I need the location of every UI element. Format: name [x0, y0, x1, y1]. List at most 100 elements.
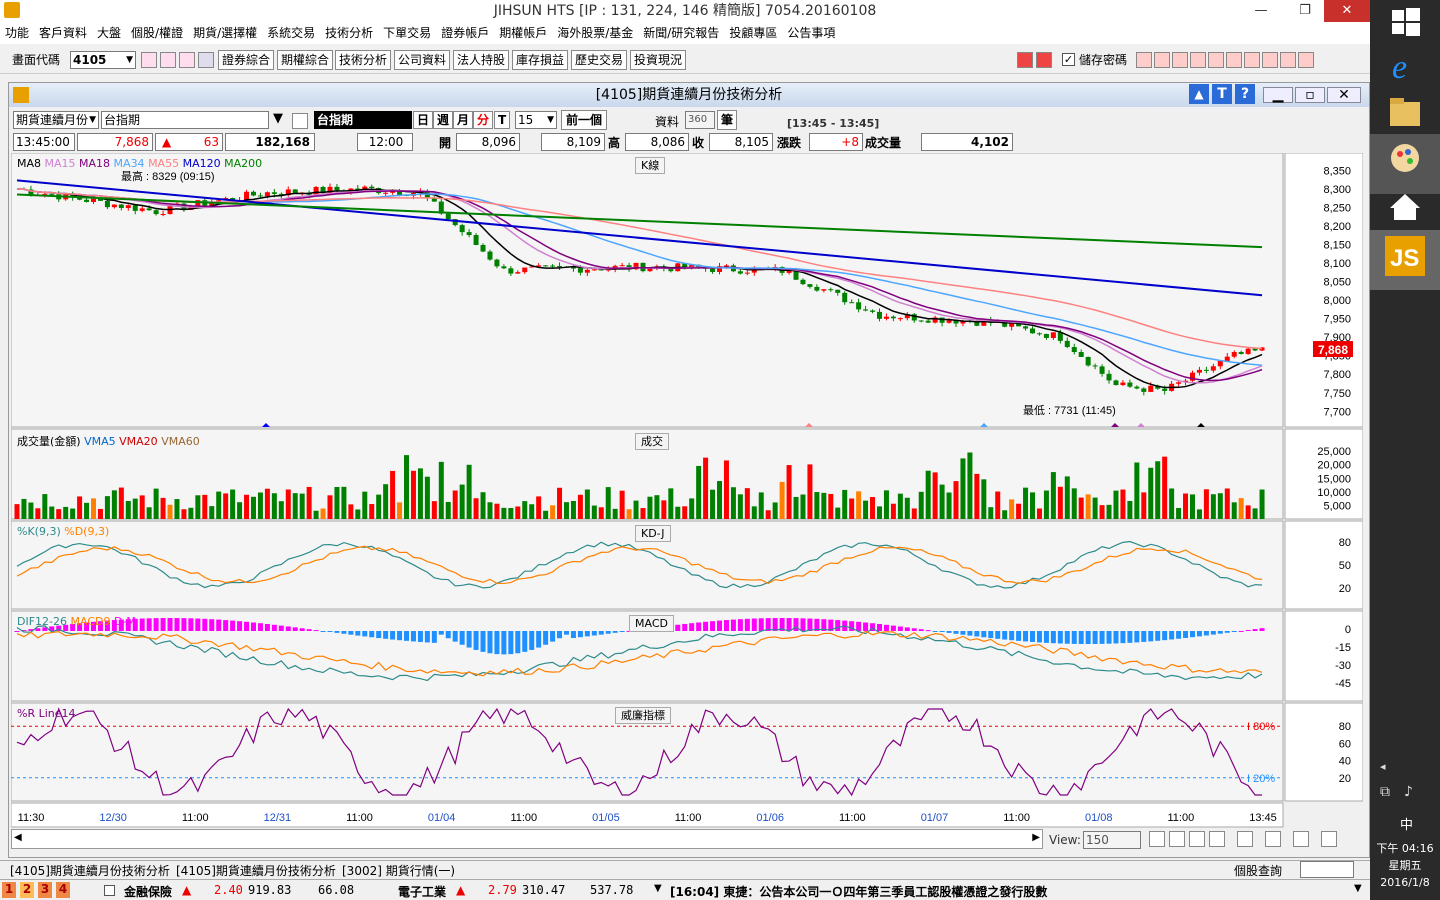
search-icon[interactable] — [292, 113, 308, 129]
toolbar-button[interactable]: 公司資料 — [394, 50, 451, 70]
menu-item[interactable]: 投顧專區 — [724, 22, 782, 44]
news-ticker[interactable]: [16:04] 東捷：公告本公司一Ｏ四年第三季員工認股權憑證之發行股數 — [670, 883, 1350, 900]
ticker-tab-2[interactable]: 2 — [20, 882, 34, 898]
jihsun-app-icon[interactable]: JS — [1370, 230, 1440, 290]
lock-icon[interactable] — [1189, 831, 1205, 847]
toolbar-button[interactable]: 期權綜合 — [277, 50, 334, 70]
ticker-tab-1[interactable]: 1 — [2, 882, 16, 898]
child-close-button[interactable]: ✕ — [1327, 87, 1361, 103]
search-icon[interactable] — [141, 52, 157, 68]
tool-icon[interactable] — [1208, 52, 1224, 68]
prev-button[interactable]: 前一個 — [561, 110, 608, 130]
screen-code-input[interactable]: 4105 ▼ — [70, 51, 136, 69]
interval-select[interactable]: 15 ▼ — [515, 111, 557, 129]
tool-icon[interactable] — [1136, 52, 1152, 68]
menu-item[interactable]: 新聞/研究報告 — [638, 22, 724, 44]
ticker-dropdown-icon[interactable]: ▼ — [654, 883, 662, 894]
clock[interactable]: 下午 04:16 星期五 2016/1/8 — [1370, 840, 1440, 891]
menu-item[interactable]: 大盤 — [92, 22, 126, 44]
period-select[interactable]: 期貨連續月份 ▼ — [13, 111, 99, 129]
draw-icon[interactable] — [1293, 831, 1309, 847]
window-icon[interactable] — [160, 52, 176, 68]
network-icon[interactable]: ⧉ — [1380, 784, 1390, 800]
news-dropdown-icon[interactable]: ▼ — [1354, 883, 1362, 894]
macd-histogram-bar — [1050, 631, 1056, 644]
volume-icon[interactable]: ♪ — [1404, 784, 1413, 800]
data-unit-button[interactable]: 筆 — [717, 110, 738, 130]
panel-tab-kd[interactable]: KD-J — [635, 525, 671, 542]
window-tab[interactable]: [4105]期貨連續月份技術分析 — [10, 862, 170, 879]
data-count-input[interactable]: 360 — [685, 111, 715, 129]
tool-icon[interactable] — [1154, 52, 1170, 68]
product-input[interactable]: 台指期 — [101, 111, 269, 129]
panel-tab-wr[interactable]: 威廉指標 — [615, 707, 671, 724]
close-button[interactable]: ✕ — [1324, 0, 1370, 22]
volume-bar — [1183, 493, 1189, 519]
menu-item[interactable]: 公告事項 — [782, 22, 840, 44]
dropdown-icon[interactable] — [198, 52, 214, 68]
horizontal-scrollbar[interactable]: ◀ ▶ — [11, 829, 1043, 849]
tool-icon[interactable] — [1262, 52, 1278, 68]
child-maximize-button[interactable]: ▫ — [1295, 87, 1325, 103]
layout-icon[interactable] — [1237, 831, 1253, 847]
tf-month-button[interactable]: 月 — [453, 111, 474, 129]
tool-icon[interactable] — [1226, 52, 1242, 68]
menu-item[interactable]: 客戶資料 — [34, 22, 92, 44]
refresh-icon[interactable] — [1209, 831, 1225, 847]
menu-item[interactable]: 證券帳戶 — [436, 22, 494, 44]
product-dropdown-icon[interactable]: ▼ — [273, 111, 283, 126]
panel-tab-macd[interactable]: MACD — [629, 615, 674, 632]
menu-item[interactable]: 系統交易 — [262, 22, 320, 44]
restore-button[interactable]: ❐ — [1290, 0, 1320, 22]
panel-tab-kline[interactable]: K線 — [635, 157, 666, 174]
tool-icon[interactable] — [1172, 52, 1188, 68]
toolbar-button[interactable]: 庫存損益 — [512, 50, 569, 70]
window-tab[interactable]: [4105]期貨連續月份技術分析 — [176, 862, 336, 879]
settings-icon[interactable] — [1321, 831, 1337, 847]
menu-item[interactable]: 技術分析 — [320, 22, 378, 44]
tf-minute-button[interactable]: 分 — [473, 111, 494, 129]
up-arrow-icon[interactable]: ▲ — [1189, 84, 1209, 104]
minimize-button[interactable]: — — [1246, 0, 1276, 22]
tool-icon[interactable] — [1298, 52, 1314, 68]
menu-item[interactable]: 海外股票/基金 — [552, 22, 638, 44]
zoom-icon[interactable] — [1149, 831, 1165, 847]
wr-lo-label: I 20% — [1247, 773, 1275, 785]
menu-item[interactable]: 個股/權證 — [126, 22, 188, 44]
toolbar-button[interactable]: 投資現況 — [630, 50, 687, 70]
panel-tab-volume[interactable]: 成交 — [635, 433, 669, 450]
menu-item[interactable]: 下單交易 — [378, 22, 436, 44]
save-password-checkbox[interactable]: ✓ — [1062, 53, 1075, 66]
tool-icon[interactable] — [1280, 52, 1296, 68]
grid-icon[interactable] — [1265, 831, 1281, 847]
menu-item[interactable]: 期貨/選擇權 — [188, 22, 262, 44]
volume-value: 4,102 — [921, 133, 1013, 151]
view-input[interactable]: 150 — [1083, 831, 1141, 849]
menu-item[interactable]: 功能 — [0, 22, 34, 44]
menu-item[interactable]: 期權帳戶 — [494, 22, 552, 44]
print-icon[interactable] — [179, 52, 195, 68]
tray-chevron-icon[interactable]: ◂ — [1380, 760, 1386, 773]
tf-tick-button[interactable]: T — [494, 111, 511, 129]
toolbar-button[interactable]: 技術分析 — [335, 50, 392, 70]
stock-query-input[interactable] — [1300, 861, 1354, 878]
tf-week-button[interactable]: 週 — [433, 111, 454, 129]
toolbar-button[interactable]: 證券綜合 — [218, 50, 275, 70]
help-icon[interactable]: ? — [1235, 84, 1255, 104]
tool-icon[interactable] — [1244, 52, 1260, 68]
ticker-checkbox[interactable] — [104, 885, 115, 896]
text-tool-icon[interactable]: T — [1212, 84, 1232, 104]
ticker-tab-3[interactable]: 3 — [38, 882, 52, 898]
arrow-left-icon[interactable] — [1017, 52, 1033, 68]
child-minimize-button[interactable]: ▁ — [1263, 87, 1293, 103]
tf-day-button[interactable]: 日 — [413, 111, 434, 129]
tool-icon[interactable] — [1190, 52, 1206, 68]
ime-indicator[interactable]: 中 — [1400, 814, 1413, 833]
legend-item: MACD9 — [70, 615, 114, 628]
toolbar-button[interactable]: 法人持股 — [453, 50, 510, 70]
toolbar-button[interactable]: 歷史交易 — [571, 50, 628, 70]
window-tab[interactable]: [3002] 期貨行情(一) — [342, 862, 455, 879]
arrow-right-icon[interactable] — [1036, 52, 1052, 68]
ticker-tab-4[interactable]: 4 — [56, 882, 70, 898]
pan-icon[interactable] — [1169, 831, 1185, 847]
